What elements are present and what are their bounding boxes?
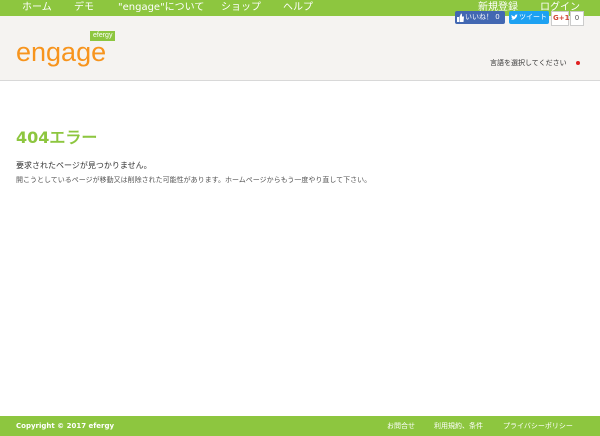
thumbs-up-icon xyxy=(457,13,464,22)
error-detail: 開こうとしているページが移動又は削除された可能性があります。ホームページからもう… xyxy=(16,176,372,184)
gplus-count-badge: 0 xyxy=(570,11,584,26)
language-indicator-dot xyxy=(576,61,580,65)
gplus-label: G+1 xyxy=(553,14,570,22)
nav-home-link[interactable]: ホーム xyxy=(22,0,52,16)
facebook-like-button[interactable]: いいね！ 0 xyxy=(455,11,505,24)
tweet-button[interactable]: ツイート xyxy=(509,11,549,24)
engage-logo[interactable]: engage efergy xyxy=(16,31,121,71)
site-header: engage efergy xyxy=(0,16,600,81)
copyright-text: Copyright © 2017 efergy xyxy=(16,422,115,430)
google-plus-button[interactable]: G+1 xyxy=(551,11,569,26)
footer-privacy-link[interactable]: プライバシーポリシー xyxy=(503,416,573,436)
like-label: いいね！ 0 xyxy=(465,13,500,21)
twitter-bird-icon xyxy=(511,14,518,20)
error-message: 要求されたページが見つかりません。 xyxy=(16,161,152,170)
logo-wordmark: engage xyxy=(16,37,107,67)
footer-terms-link[interactable]: 利用規約、条件 xyxy=(434,416,483,436)
language-selector[interactable]: 言語を選択してください xyxy=(490,58,567,68)
gplus-count: 0 xyxy=(574,14,580,22)
footer-contact-link[interactable]: お問合せ xyxy=(387,416,415,436)
site-footer: Copyright © 2017 efergy お問合せ 利用規約、条件 プライ… xyxy=(0,416,600,436)
tweet-label: ツイート xyxy=(519,13,547,21)
nav-about-link[interactable]: "engage"について xyxy=(118,0,204,16)
nav-demo-link[interactable]: デモ xyxy=(74,0,94,16)
page-title: 404エラー xyxy=(16,128,98,147)
nav-help-link[interactable]: ヘルプ xyxy=(283,0,313,16)
nav-shop-link[interactable]: ショップ xyxy=(221,0,261,16)
logo-badge: efergy xyxy=(90,31,116,41)
